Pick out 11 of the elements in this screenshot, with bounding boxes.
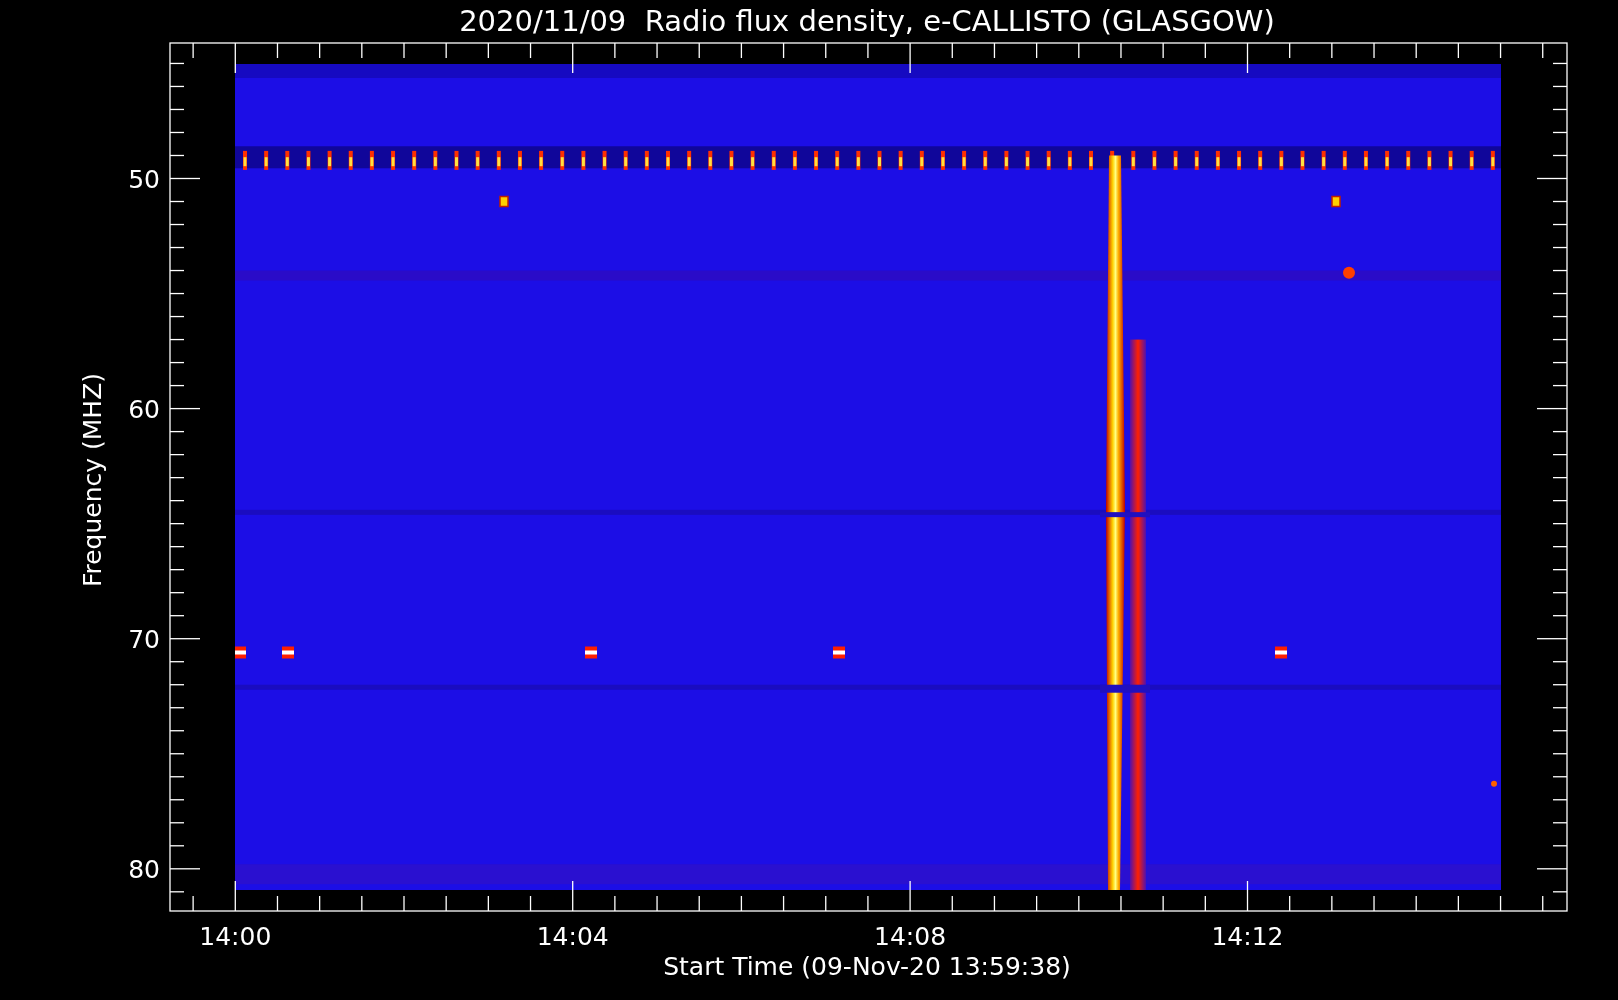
x-tick-label: 14:12 [1211,922,1284,951]
y-tick-label: 50 [128,164,160,194]
x-tick-label: 14:04 [536,922,609,951]
x-axis-label: Start Time (09-Nov-20 13:59:38) [663,952,1071,981]
y-tick-label: 60 [128,394,160,424]
x-tick-label: 14:08 [874,922,947,951]
y-tick-label: 80 [128,854,160,884]
x-tick-label: 14:00 [199,922,272,951]
y-axis-label: Frequency (MHZ) [78,372,107,588]
chart-title: 2020/11/09 Radio flux density, e-CALLISTO (GLASGOW) [459,4,1275,38]
y-tick-label: 70 [128,624,160,654]
